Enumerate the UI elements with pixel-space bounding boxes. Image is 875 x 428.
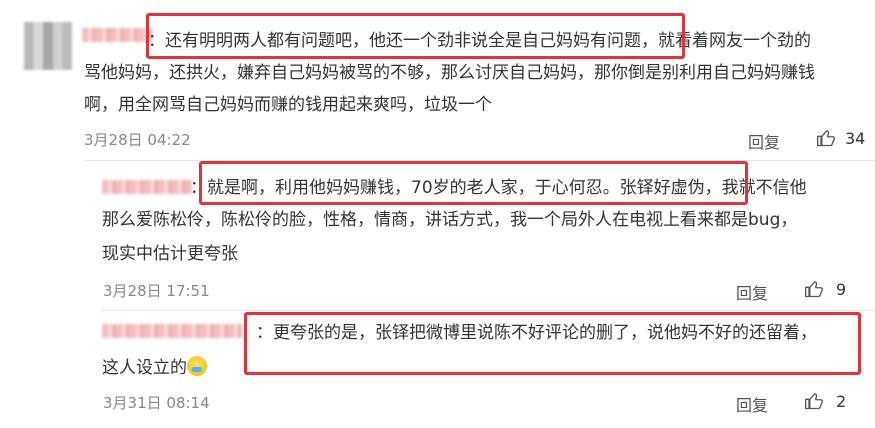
comment-text-line: ：就是啊，利用他妈妈赚钱，70岁的老人家，于心何忍。张铎好虚伪，我就不信他	[190, 178, 807, 198]
thumbs-up-icon[interactable]	[804, 279, 824, 299]
avatar[interactable]	[24, 22, 72, 70]
crying-laughing-emoji-icon	[187, 356, 207, 376]
comment-text-line: 那么爱陈松伶，陈松伶的脸，性格，情商，讲话方式，我一个局外人在电视上看来都是bu…	[102, 210, 798, 230]
timestamp: 3月28日 17:51	[103, 282, 210, 300]
comment-text-line: 骂他妈妈，还拱火，嫌弃自己妈妈被骂的不够，那么讨厌自己妈妈，那你倒是别利用自己妈…	[84, 63, 815, 83]
username-blurred[interactable]	[102, 180, 192, 194]
thumbs-up-icon[interactable]	[804, 391, 824, 411]
like-count: 34	[845, 129, 866, 148]
comment-text-line: 这人设立的	[102, 352, 207, 384]
username-blurred[interactable]	[102, 324, 242, 338]
thumbs-up-icon[interactable]	[816, 128, 836, 148]
comment-text: 这人设立的	[102, 358, 187, 378]
divider	[102, 310, 875, 311]
comment-text-line: ：更夸张的是，张铎把微博里说陈不好评论的删了，说他妈不好的还留着，	[256, 323, 817, 343]
timestamp: 3月28日 04:22	[84, 131, 191, 149]
reply-button[interactable]: 回复	[736, 392, 768, 416]
comment-text-line: 啊，用全网骂自己妈妈而赚的钱用起来爽吗，垃圾一个	[84, 95, 492, 115]
timestamp: 3月31日 08:14	[103, 394, 210, 412]
comment-text-line: ：还有明明两人都有问题吧，他还一个劲非说全是自己妈妈有问题，就看着网友一个劲的	[148, 31, 811, 51]
reply-button[interactable]: 回复	[736, 280, 768, 304]
comment-text-line: 现实中估计更夸张	[102, 244, 238, 264]
divider	[84, 160, 875, 161]
username-blurred[interactable]	[82, 28, 152, 42]
like-count: 2	[836, 392, 847, 411]
reply-button[interactable]: 回复	[748, 129, 780, 153]
like-count: 9	[836, 280, 847, 299]
